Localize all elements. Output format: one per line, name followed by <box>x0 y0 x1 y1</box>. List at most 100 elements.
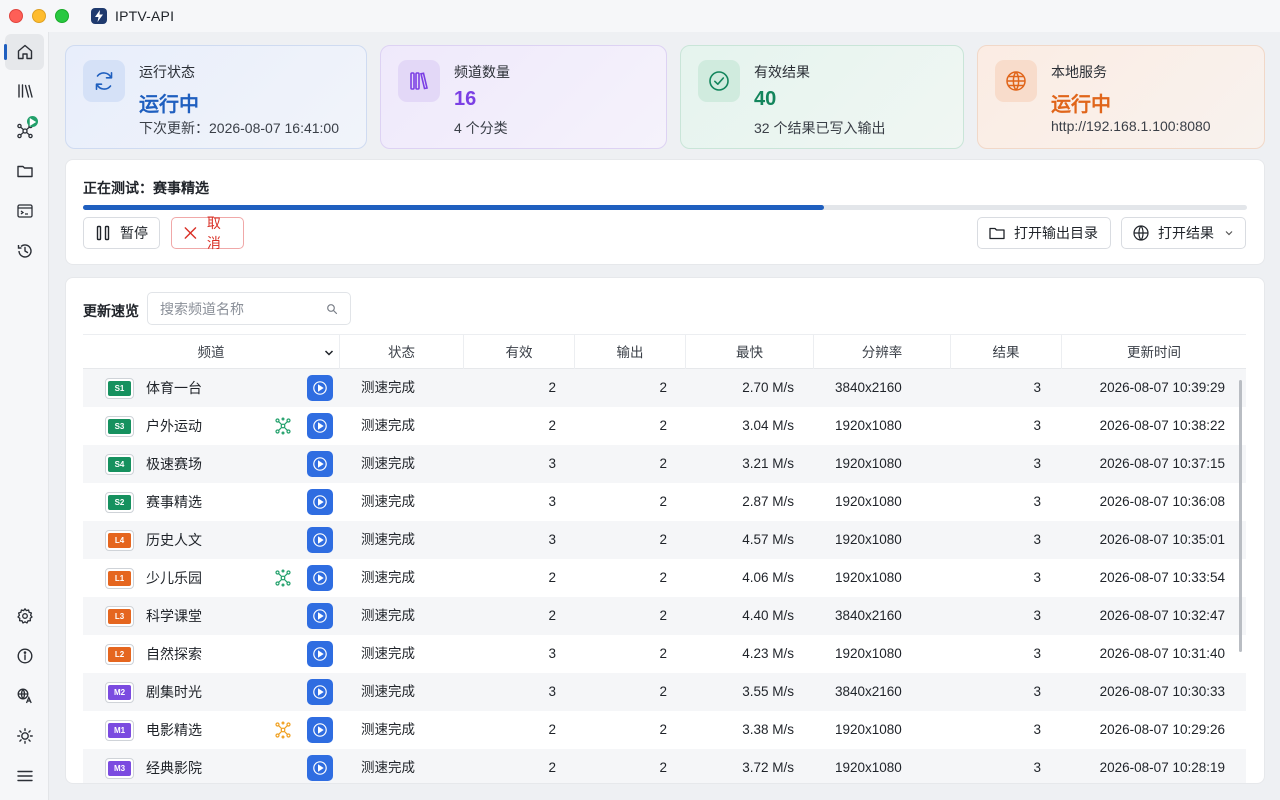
cell-output: 2 <box>659 532 667 547</box>
search-input[interactable] <box>160 299 320 319</box>
open-output-label: 打开输出目录 <box>1014 225 1098 241</box>
cell-fastest: 4.06 M/s <box>742 570 794 585</box>
column-header-fastest[interactable]: 最快 <box>686 335 814 370</box>
nav-sources[interactable] <box>5 73 44 109</box>
channel-name: 历史人文 <box>146 532 202 548</box>
network-icon[interactable] <box>274 569 292 587</box>
pause-label: 暂停 <box>120 225 148 241</box>
overview-title: 更新速览 <box>83 303 139 319</box>
channel-code: S2 <box>108 495 131 510</box>
play-button[interactable] <box>307 641 333 667</box>
cell-resolution: 1920x1080 <box>835 760 902 775</box>
column-header-time[interactable]: 更新时间 <box>1062 335 1246 370</box>
nav-subscriptions[interactable] <box>5 113 44 149</box>
nav-theme[interactable] <box>5 718 44 754</box>
cell-time: 2026-08-07 10:37:15 <box>1099 456 1225 471</box>
app-title: IPTV-API <box>115 8 175 24</box>
channel-logo: L3 <box>105 606 134 627</box>
nav-about[interactable] <box>5 638 44 674</box>
table-row[interactable]: S2 赛事精选 测速完成 3 2 2.87 M/s 1920x1080 3 2026-08-07… <box>83 483 1246 521</box>
table-row[interactable]: L3 科学课堂 测速完成 2 2 4.40 M/s 3840x2160 3 2026-08-07… <box>83 597 1246 635</box>
play-button[interactable] <box>307 489 333 515</box>
column-header-result[interactable]: 结果 <box>951 335 1062 370</box>
table-row[interactable]: S3 户外运动 测速完成 2 2 3.04 M/s 1920x1080 3 2026-08-07… <box>83 407 1246 445</box>
play-button[interactable] <box>307 451 333 477</box>
cell-resolution: 1920x1080 <box>835 570 902 585</box>
nav-console[interactable] <box>5 193 44 229</box>
cell-result: 3 <box>1033 418 1041 433</box>
channel-code: M3 <box>108 761 131 776</box>
cell-valid: 2 <box>548 722 556 737</box>
channel-logo: S1 <box>105 378 134 399</box>
cell-time: 2026-08-07 10:35:01 <box>1099 532 1225 547</box>
channel-code: M2 <box>108 685 131 700</box>
stat-value: 运行中 <box>139 94 199 116</box>
minimize-window-button[interactable] <box>32 9 46 23</box>
nav-settings[interactable] <box>5 598 44 634</box>
cell-result: 3 <box>1033 722 1041 737</box>
testing-status: 正在测试：赛事精选 <box>83 178 209 198</box>
play-button[interactable] <box>307 603 333 629</box>
table-row[interactable]: L4 历史人文 测速完成 3 2 4.57 M/s 1920x1080 3 2026-08-07… <box>83 521 1246 559</box>
cell-result: 3 <box>1033 380 1041 395</box>
play-button[interactable] <box>307 375 333 401</box>
zoom-window-button[interactable] <box>55 9 69 23</box>
folder-icon <box>989 227 1005 240</box>
library-icon <box>398 60 440 102</box>
sidebar <box>0 32 49 800</box>
service-url[interactable]: http://192.168.1.100:8080 <box>1051 118 1211 134</box>
play-button[interactable] <box>307 413 333 439</box>
chevron-down-icon[interactable] <box>323 347 335 359</box>
column-header-output[interactable]: 输出 <box>575 335 686 370</box>
cell-valid: 3 <box>548 646 556 661</box>
play-button[interactable] <box>307 527 333 553</box>
play-button[interactable] <box>307 755 333 781</box>
channel-name: 自然探索 <box>146 646 202 662</box>
table-header: 频道 状态 有效 输出 最快 分辨率 结果 更新时间 <box>83 334 1246 370</box>
nav-menu[interactable] <box>5 758 44 794</box>
network-icon[interactable] <box>274 721 292 739</box>
table-row[interactable]: S1 体育一台 测速完成 2 2 2.70 M/s 3840x2160 3 2026-08-07… <box>83 369 1246 407</box>
cancel-button[interactable]: 取消 <box>171 215 244 251</box>
table-scrollbar[interactable] <box>1239 380 1242 652</box>
column-header-channel[interactable]: 频道 <box>83 335 340 370</box>
gear-icon <box>16 608 33 624</box>
column-header-resolution[interactable]: 分辨率 <box>814 335 951 370</box>
cell-fastest: 3.72 M/s <box>742 760 794 775</box>
cell-output: 2 <box>659 646 667 661</box>
open-result-button[interactable]: 打开结果 <box>1121 217 1246 249</box>
nav-folder[interactable] <box>5 153 44 189</box>
play-circle-icon <box>313 685 327 699</box>
cell-status: 测速完成 <box>361 532 415 547</box>
pause-button[interactable]: 暂停 <box>83 217 160 249</box>
table-row[interactable]: M3 经典影院 测速完成 2 2 3.72 M/s 1920x1080 3 2026-08-07… <box>83 749 1246 783</box>
cell-time: 2026-08-07 10:39:29 <box>1099 380 1225 395</box>
channel-code: L2 <box>108 647 131 662</box>
stat-label: 本地服务 <box>1051 64 1107 80</box>
play-button[interactable] <box>307 565 333 591</box>
play-button[interactable] <box>307 679 333 705</box>
table-row[interactable]: M1 电影精选 测速完成 2 2 3.38 M/s 1920x1080 3 2026-08-07… <box>83 711 1246 749</box>
nav-history[interactable] <box>5 233 44 269</box>
nav-home[interactable] <box>4 34 44 70</box>
cell-valid: 3 <box>548 532 556 547</box>
nav-language[interactable] <box>5 678 44 714</box>
open-output-button[interactable]: 打开输出目录 <box>977 217 1111 249</box>
table-row[interactable]: L1 少儿乐园 测速完成 2 2 4.06 M/s 1920x1080 3 2026-08-07… <box>83 559 1246 597</box>
stat-value: 16 <box>454 88 477 110</box>
channel-name: 体育一台 <box>146 380 202 396</box>
brightness-icon <box>16 728 33 744</box>
stat-value: 40 <box>754 88 777 110</box>
column-header-valid[interactable]: 有效 <box>464 335 575 370</box>
table-row[interactable]: M2 剧集时光 测速完成 3 2 3.55 M/s 3840x2160 3 2026-08-07… <box>83 673 1246 711</box>
column-header-status[interactable]: 状态 <box>340 335 464 370</box>
play-button[interactable] <box>307 717 333 743</box>
cell-output: 2 <box>659 684 667 699</box>
network-icon[interactable] <box>274 417 292 435</box>
cell-output: 2 <box>659 722 667 737</box>
close-window-button[interactable] <box>9 9 23 23</box>
cell-status: 测速完成 <box>361 760 415 775</box>
table-row[interactable]: S4 极速赛场 测速完成 3 2 3.21 M/s 1920x1080 3 2026-08-07… <box>83 445 1246 483</box>
channel-name: 极速赛场 <box>146 456 202 472</box>
table-row[interactable]: L2 自然探索 测速完成 3 2 4.23 M/s 1920x1080 3 2026-08-07… <box>83 635 1246 673</box>
